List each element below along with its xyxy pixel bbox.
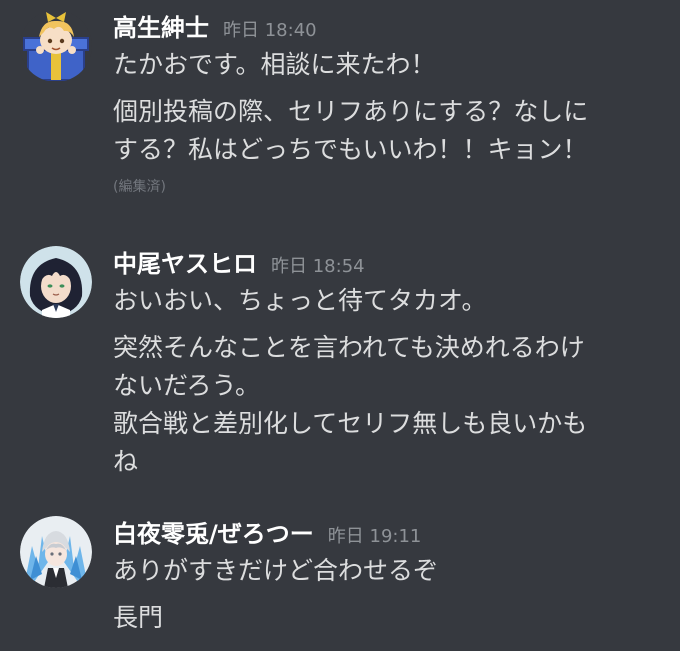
white-hair-avatar-icon bbox=[20, 516, 92, 588]
message-text: する？私はどっちでもいいわ！！キョン！ bbox=[113, 135, 588, 164]
timestamp[interactable]: 昨日 18:40 bbox=[223, 13, 317, 49]
edited-label: (編集済) bbox=[113, 179, 166, 195]
timestamp[interactable]: 昨日 18:54 bbox=[271, 249, 365, 285]
message-header: 中尾ヤスヒロ 昨日 18:54 bbox=[113, 246, 660, 282]
message-text: たかおです。相談に来たわ！ bbox=[113, 50, 436, 79]
message-group-1: 高生紳士 昨日 18:40 たかおです。相談に来たわ！ 個別投稿の際、セリフあり… bbox=[0, 10, 680, 210]
message-text: 突然そんなことを言われても決めれるわけ bbox=[113, 333, 585, 362]
message-text: おいおい、ちょっと待てタカオ。 bbox=[113, 286, 487, 315]
message-content: 中尾ヤスヒロ 昨日 18:54 おいおい、ちょっと待てタカオ。 突然そんなことを… bbox=[113, 246, 660, 481]
timestamp[interactable]: 昨日 19:11 bbox=[328, 519, 422, 555]
message-header: 高生紳士 昨日 18:40 bbox=[113, 10, 660, 46]
message-text: ないだろう。 bbox=[113, 371, 261, 400]
username[interactable]: 高生紳士 bbox=[113, 10, 209, 46]
message-text: ね bbox=[113, 447, 139, 476]
message-header: 白夜零兎/ぜろつー 昨日 19:11 bbox=[113, 516, 660, 552]
message-text: 個別投稿の際、セリフありにする？なしに bbox=[113, 97, 589, 126]
message-text: 歌合戦と差別化してセリフ無しも良いかも bbox=[113, 409, 588, 438]
message-text: ありがすきだけど合わせるぞ bbox=[113, 556, 439, 585]
present-box-avatar-icon bbox=[20, 10, 92, 82]
username[interactable]: 白夜零兎/ぜろつー bbox=[113, 516, 314, 552]
dark-hair-avatar-icon bbox=[20, 246, 92, 318]
message-group-2: 中尾ヤスヒロ 昨日 18:54 おいおい、ちょっと待てタカオ。 突然そんなことを… bbox=[0, 246, 680, 486]
message-text: 長門 bbox=[113, 603, 164, 632]
avatar[interactable] bbox=[20, 10, 92, 82]
avatar[interactable] bbox=[20, 516, 92, 588]
username[interactable]: 中尾ヤスヒロ bbox=[113, 246, 257, 282]
avatar[interactable] bbox=[20, 246, 92, 318]
message-content: 白夜零兎/ぜろつー 昨日 19:11 ありがすきだけど合わせるぞ 長門 bbox=[113, 516, 660, 637]
message-group-3: 白夜零兎/ぜろつー 昨日 19:11 ありがすきだけど合わせるぞ 長門 bbox=[0, 516, 680, 646]
message-content: 高生紳士 昨日 18:40 たかおです。相談に来たわ！ 個別投稿の際、セリフあり… bbox=[113, 10, 660, 199]
